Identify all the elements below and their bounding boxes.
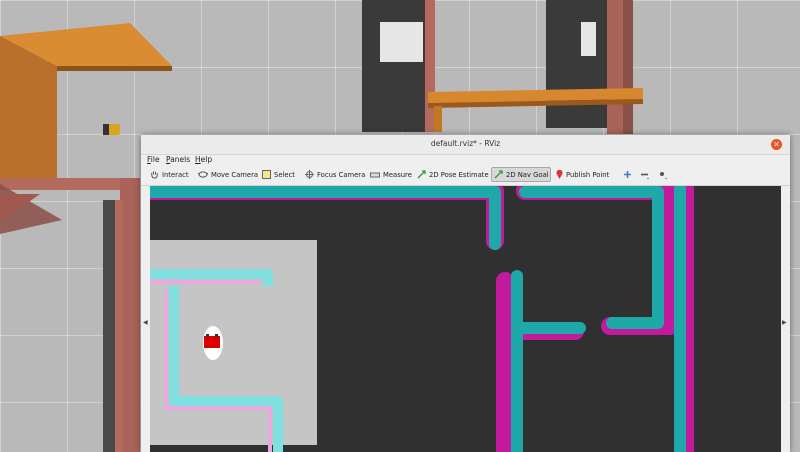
title-bar[interactable]: default.rviz* - RViz ✕ — [141, 135, 790, 155]
menu-help[interactable]: Help — [195, 155, 212, 164]
menu-file[interactable]: File — [147, 155, 160, 164]
tool-label: Move Camera — [211, 170, 259, 179]
close-icon[interactable]: ✕ — [771, 139, 782, 150]
tool-publish-point[interactable]: Publish Point — [554, 167, 611, 182]
tool-focus-camera[interactable]: Focus Camera — [303, 167, 367, 182]
tool-label: Measure — [383, 170, 412, 179]
tool-select[interactable]: Select — [260, 167, 297, 182]
costmap — [150, 186, 781, 452]
menu-panels[interactable]: Panels — [166, 155, 190, 164]
select-icon — [262, 170, 271, 179]
tool-2d-pose-estimate[interactable]: 2D Pose Estimate — [415, 167, 491, 182]
tool-bar: Interact Move Camera Select Focus Camera… — [141, 165, 790, 186]
rviz-window[interactable]: default.rviz* - RViz ✕ File Panels Help … — [141, 135, 790, 452]
move-camera-icon — [198, 171, 208, 178]
menu-bar: File Panels Help — [141, 154, 790, 165]
tool-label: Interact — [162, 170, 189, 179]
green-arrow-icon — [494, 170, 503, 179]
tool-label: Select — [274, 170, 295, 179]
focus-camera-icon — [305, 170, 314, 179]
robot-marker — [203, 326, 223, 360]
tool-label: 2D Pose Estimate — [429, 170, 489, 179]
map-pin-icon — [556, 170, 563, 179]
tool-2d-nav-goal[interactable]: 2D Nav Goal — [491, 167, 551, 182]
tool-measure[interactable]: Measure — [368, 167, 414, 182]
hand-icon — [151, 171, 158, 179]
left-panel-toggle-icon[interactable]: ◀ — [143, 319, 148, 326]
add-tool-icon[interactable] — [621, 167, 637, 182]
right-panel-toggle-icon[interactable]: ▶ — [782, 319, 787, 326]
ruler-icon — [370, 172, 380, 177]
render-viewport[interactable] — [150, 186, 781, 452]
tool-label: 2D Nav Goal — [506, 170, 549, 179]
window-title: default.rviz* - RViz — [430, 139, 501, 148]
green-arrow-icon — [417, 170, 426, 179]
tool-move-camera[interactable]: Move Camera — [196, 167, 260, 182]
tool-label: Publish Point — [566, 170, 610, 179]
tool-label: Focus Camera — [317, 170, 366, 179]
tool-interact[interactable]: Interact — [148, 167, 191, 182]
tool-options-icon[interactable] — [656, 167, 673, 182]
remove-tool-icon[interactable] — [638, 167, 655, 182]
